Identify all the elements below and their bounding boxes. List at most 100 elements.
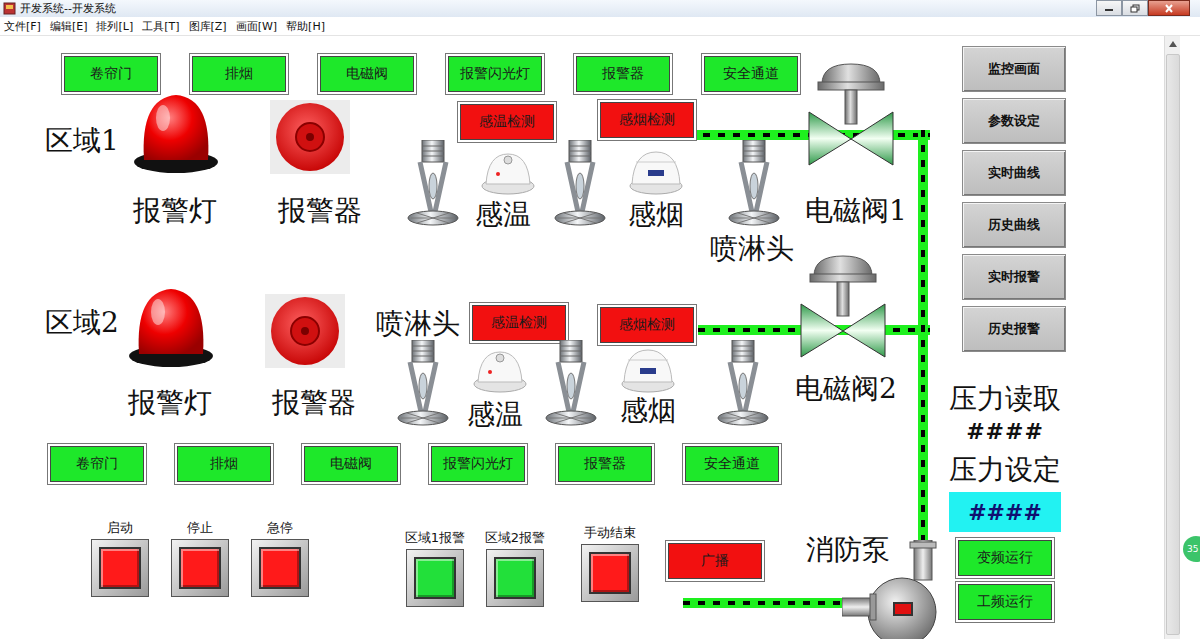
alarm-lamp-icon — [130, 90, 222, 174]
scroll-up-button[interactable] — [1165, 36, 1180, 52]
nav-button[interactable]: 实时报警 — [962, 254, 1066, 300]
heat-label: 感温 — [475, 198, 531, 232]
push-button[interactable] — [486, 549, 544, 607]
desktop-edge: 35 — [1180, 36, 1200, 639]
nav-button[interactable]: 参数设定 — [962, 98, 1066, 144]
broadcast-indicator: 广播 — [668, 543, 762, 579]
detection-indicator: 感烟检测 — [600, 307, 694, 343]
bell-label: 报警器 — [272, 386, 356, 420]
menu-item[interactable]: 工具[T] — [142, 19, 179, 34]
control: 区域2报警 — [470, 530, 560, 607]
sprinkler-label: 喷淋头 — [376, 307, 460, 341]
lamp-label: 报警灯 — [133, 194, 217, 228]
valve-label: 电磁阀1 — [805, 194, 907, 228]
sprinkler-icon — [543, 340, 599, 432]
run-mode-indicator: 变频运行 — [958, 540, 1052, 576]
push-button[interactable] — [406, 549, 464, 607]
zone-label: 区域1 — [45, 124, 119, 158]
status-indicator: 电磁阀 — [320, 56, 414, 92]
sprinkler-icon — [726, 140, 782, 232]
vertical-scrollbar[interactable] — [1164, 36, 1180, 639]
alarm-bell-icon — [270, 100, 350, 174]
status-indicator: 报警器 — [558, 446, 652, 482]
window-title: 开发系统--开发系统 — [20, 1, 116, 17]
app-icon — [3, 2, 16, 15]
push-button[interactable] — [251, 539, 309, 597]
status-indicator: 电磁阀 — [304, 446, 398, 482]
control-label: 区域1报警 — [405, 530, 465, 546]
heat-detector-icon — [480, 148, 536, 196]
nav-button[interactable]: 历史报警 — [962, 306, 1066, 352]
minimize-button[interactable] — [1096, 0, 1122, 16]
control: 急停 — [235, 520, 325, 597]
close-icon — [1164, 4, 1174, 13]
solenoid-valve-icon — [800, 254, 886, 358]
push-button-face — [179, 547, 221, 589]
pressure-read-value: #### — [966, 417, 1044, 447]
status-indicator: 报警闪光灯 — [431, 446, 525, 482]
heat-detector-icon — [472, 346, 528, 394]
nav-button[interactable]: 历史曲线 — [962, 202, 1066, 248]
pressure-set-label: 压力设定 — [949, 452, 1061, 488]
status-indicator: 安全通道 — [685, 446, 779, 482]
nav-panel: 监控画面参数设定实时曲线历史曲线实时报警历史报警 — [962, 46, 1066, 352]
hmi-window: 开发系统--开发系统文件[F] 编辑[E] 排列[L] 工具[T] 图库[Z] 画面[W]… — [0, 0, 1200, 639]
pressure-panel: 压力读取####压力设定####变频运行工频运行 — [940, 381, 1070, 620]
pressure-read-label: 压力读取 — [949, 381, 1061, 417]
detection-indicator: 感温检测 — [472, 305, 566, 341]
control-label: 启动 — [107, 520, 133, 536]
side-badge[interactable]: 35 — [1183, 536, 1200, 562]
sprinkler-icon — [552, 140, 608, 232]
pump-label: 消防泵 — [806, 533, 890, 567]
pipe — [683, 598, 858, 608]
nav-button[interactable]: 监控画面 — [962, 46, 1066, 92]
menu-bar: 文件[F] 编辑[E] 排列[L] 工具[T] 图库[Z] 画面[W] 帮助[H] — [0, 17, 1200, 36]
close-button[interactable] — [1148, 0, 1190, 16]
fire-pump-icon — [842, 540, 942, 639]
status-indicator: 排烟 — [177, 446, 271, 482]
push-button-face — [414, 557, 456, 599]
smoke-label: 感烟 — [628, 198, 684, 232]
push-button-face — [259, 547, 301, 589]
alarm-lamp-icon — [125, 284, 217, 368]
control: 启动 — [75, 520, 165, 597]
status-row: 卷帘门排烟电磁阀报警闪光灯报警器安全通道 — [50, 446, 779, 482]
scroll-thumb[interactable] — [1166, 54, 1180, 635]
restore-button[interactable] — [1122, 0, 1148, 16]
lamp-label: 报警灯 — [128, 386, 212, 420]
menu-item[interactable]: 编辑[E] — [50, 19, 88, 34]
heat-label: 感温 — [467, 398, 523, 432]
run-mode-indicator: 工频运行 — [958, 584, 1052, 620]
smoke-detector-icon — [620, 346, 676, 394]
menu-item[interactable]: 帮助[H] — [286, 19, 325, 34]
restore-icon — [1130, 4, 1140, 13]
control: 区域1报警 — [390, 530, 480, 607]
status-indicator: 报警器 — [576, 56, 670, 92]
menu-item[interactable]: 图库[Z] — [189, 19, 227, 34]
control: 停止 — [155, 520, 245, 597]
status-indicator: 卷帘门 — [64, 56, 158, 92]
pressure-set-input[interactable]: #### — [949, 492, 1061, 532]
status-row: 卷帘门排烟电磁阀报警闪光灯报警器安全通道 — [64, 56, 798, 92]
bell-label: 报警器 — [278, 194, 362, 228]
push-button-face — [99, 547, 141, 589]
nav-button[interactable]: 实时曲线 — [962, 150, 1066, 196]
sprinkler-label: 喷淋头 — [710, 232, 794, 266]
control-label: 急停 — [267, 520, 293, 536]
zone-label: 区域2 — [45, 306, 119, 340]
push-button[interactable] — [581, 544, 639, 602]
status-indicator: 报警闪光灯 — [448, 56, 542, 92]
alarm-bell-icon — [265, 294, 345, 368]
menu-item[interactable]: 文件[F] — [4, 19, 41, 34]
push-button[interactable] — [91, 539, 149, 597]
status-indicator: 卷帘门 — [50, 446, 144, 482]
detection-indicator: 感烟检测 — [600, 102, 694, 138]
status-indicator: 安全通道 — [704, 56, 798, 92]
arrow-up-icon — [1169, 41, 1177, 47]
control: 手动结束 — [565, 525, 655, 602]
push-button[interactable] — [171, 539, 229, 597]
monitor-canvas: 卷帘门排烟电磁阀报警闪光灯报警器安全通道区域1报警灯报警器感温检测感烟检测感温感… — [0, 36, 1164, 639]
menu-item[interactable]: 排列[L] — [96, 19, 133, 34]
menu-item[interactable]: 画面[W] — [236, 19, 277, 34]
solenoid-valve-icon — [808, 62, 894, 166]
